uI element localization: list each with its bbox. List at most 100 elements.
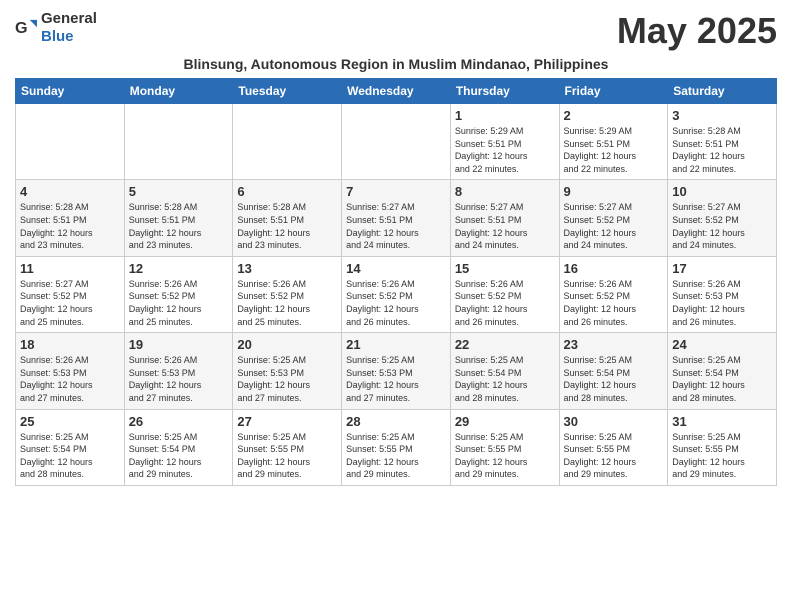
day-cell: 24Sunrise: 5:25 AM Sunset: 5:54 PM Dayli… — [668, 333, 777, 409]
day-info: Sunrise: 5:25 AM Sunset: 5:55 PM Dayligh… — [346, 431, 446, 481]
subtitle: Blinsung, Autonomous Region in Muslim Mi… — [15, 56, 777, 72]
day-number: 28 — [346, 414, 446, 429]
day-info: Sunrise: 5:28 AM Sunset: 5:51 PM Dayligh… — [672, 125, 772, 175]
day-cell: 15 Sunrise: 5:26 AM Sunset: 5:52 PM Dayli… — [450, 256, 559, 332]
day-info: Sunrise: 5:29 AM Sunset: 5:51 PM Dayligh… — [455, 125, 555, 175]
week-row-1: 1 Sunrise: 5:29 AM Sunset: 5:51 PM Daylig… — [16, 104, 777, 180]
day-cell: 31 Sunrise: 5:25 AM Sunset: 5:55 PM Dayli… — [668, 409, 777, 485]
day-cell: 17 Sunrise: 5:26 AM Sunset: 5:53 PM Dayli… — [668, 256, 777, 332]
day-cell: 19 Sunrise: 5:26 AM Sunset: 5:53 PM Dayli… — [124, 333, 233, 409]
day-number: 14 — [346, 261, 446, 276]
day-cell: 6Sunrise: 5:28 AM Sunset: 5:51 PM Daylig… — [233, 180, 342, 256]
day-info: Sunrise: 5:27 AM Sunset: 5:51 PM Dayligh… — [455, 201, 555, 251]
day-cell — [16, 104, 125, 180]
day-number: 18 — [20, 337, 120, 352]
day-number: 16 — [564, 261, 664, 276]
col-header-wednesday: Wednesday — [342, 79, 451, 104]
day-cell: 30Sunrise: 5:25 AM Sunset: 5:55 PM Dayli… — [559, 409, 668, 485]
col-header-friday: Friday — [559, 79, 668, 104]
day-number: 30 — [564, 414, 664, 429]
day-info: Sunrise: 5:25 AM Sunset: 5:54 PM Dayligh… — [564, 354, 664, 404]
day-cell: 22 Sunrise: 5:25 AM Sunset: 5:54 PM Dayli… — [450, 333, 559, 409]
day-cell: 29Sunrise: 5:25 AM Sunset: 5:55 PM Dayli… — [450, 409, 559, 485]
svg-text:G: G — [15, 19, 28, 37]
day-info: Sunrise: 5:25 AM Sunset: 5:54 PM Dayligh… — [20, 431, 120, 481]
calendar-table: SundayMondayTuesdayWednesdayThursdayFrid… — [15, 78, 777, 486]
day-info: Sunrise: 5:25 AM Sunset: 5:55 PM Dayligh… — [237, 431, 337, 481]
header: G General Blue May 2025 — [15, 10, 777, 52]
day-cell: 2Sunrise: 5:29 AM Sunset: 5:51 PM Daylig… — [559, 104, 668, 180]
day-cell: 9 Sunrise: 5:27 AM Sunset: 5:52 PM Daylig… — [559, 180, 668, 256]
week-row-5: 25 Sunrise: 5:25 AM Sunset: 5:54 PM Dayli… — [16, 409, 777, 485]
day-info: Sunrise: 5:26 AM Sunset: 5:52 PM Dayligh… — [237, 278, 337, 328]
day-cell: 18Sunrise: 5:26 AM Sunset: 5:53 PM Dayli… — [16, 333, 125, 409]
day-cell: 11 Sunrise: 5:27 AM Sunset: 5:52 PM Dayli… — [16, 256, 125, 332]
day-cell: 16Sunrise: 5:26 AM Sunset: 5:52 PM Dayli… — [559, 256, 668, 332]
day-info: Sunrise: 5:28 AM Sunset: 5:51 PM Dayligh… — [237, 201, 337, 251]
day-cell: 20 Sunrise: 5:25 AM Sunset: 5:53 PM Dayli… — [233, 333, 342, 409]
day-number: 17 — [672, 261, 772, 276]
day-number: 27 — [237, 414, 337, 429]
day-cell: 25 Sunrise: 5:25 AM Sunset: 5:54 PM Dayli… — [16, 409, 125, 485]
col-header-tuesday: Tuesday — [233, 79, 342, 104]
day-cell: 10 Sunrise: 5:27 AM Sunset: 5:52 PM Dayli… — [668, 180, 777, 256]
day-info: Sunrise: 5:26 AM Sunset: 5:53 PM Dayligh… — [672, 278, 772, 328]
day-info: Sunrise: 5:25 AM Sunset: 5:53 PM Dayligh… — [237, 354, 337, 404]
day-cell: 12Sunrise: 5:26 AM Sunset: 5:52 PM Dayli… — [124, 256, 233, 332]
day-cell: 8Sunrise: 5:27 AM Sunset: 5:51 PM Daylig… — [450, 180, 559, 256]
day-number: 26 — [129, 414, 229, 429]
day-cell: 3 Sunrise: 5:28 AM Sunset: 5:51 PM Daylig… — [668, 104, 777, 180]
day-cell: 13 Sunrise: 5:26 AM Sunset: 5:52 PM Dayli… — [233, 256, 342, 332]
day-info: Sunrise: 5:27 AM Sunset: 5:51 PM Dayligh… — [346, 201, 446, 251]
day-number: 9 — [564, 184, 664, 199]
day-number: 21 — [346, 337, 446, 352]
day-info: Sunrise: 5:25 AM Sunset: 5:53 PM Dayligh… — [346, 354, 446, 404]
day-number: 4 — [20, 184, 120, 199]
day-number: 19 — [129, 337, 229, 352]
day-cell — [342, 104, 451, 180]
month-title: May 2025 — [617, 10, 777, 52]
day-info: Sunrise: 5:27 AM Sunset: 5:52 PM Dayligh… — [672, 201, 772, 251]
day-number: 13 — [237, 261, 337, 276]
logo-blue: Blue — [41, 28, 74, 45]
day-number: 1 — [455, 108, 555, 123]
day-cell: 21 Sunrise: 5:25 AM Sunset: 5:53 PM Dayli… — [342, 333, 451, 409]
day-info: Sunrise: 5:25 AM Sunset: 5:55 PM Dayligh… — [672, 431, 772, 481]
day-number: 10 — [672, 184, 772, 199]
col-header-sunday: Sunday — [16, 79, 125, 104]
day-info: Sunrise: 5:26 AM Sunset: 5:52 PM Dayligh… — [455, 278, 555, 328]
day-number: 15 — [455, 261, 555, 276]
day-cell: 5Sunrise: 5:28 AM Sunset: 5:51 PM Daylig… — [124, 180, 233, 256]
day-info: Sunrise: 5:25 AM Sunset: 5:54 PM Dayligh… — [455, 354, 555, 404]
day-info: Sunrise: 5:25 AM Sunset: 5:54 PM Dayligh… — [672, 354, 772, 404]
week-row-3: 11 Sunrise: 5:27 AM Sunset: 5:52 PM Dayli… — [16, 256, 777, 332]
day-cell: 27 Sunrise: 5:25 AM Sunset: 5:55 PM Dayli… — [233, 409, 342, 485]
logo: G General Blue — [15, 10, 97, 46]
day-number: 22 — [455, 337, 555, 352]
day-info: Sunrise: 5:26 AM Sunset: 5:53 PM Dayligh… — [129, 354, 229, 404]
day-info: Sunrise: 5:27 AM Sunset: 5:52 PM Dayligh… — [564, 201, 664, 251]
day-cell: 4Sunrise: 5:28 AM Sunset: 5:51 PM Daylig… — [16, 180, 125, 256]
day-cell: 26 Sunrise: 5:25 AM Sunset: 5:54 PM Dayli… — [124, 409, 233, 485]
logo-general: General — [41, 10, 97, 27]
day-number: 25 — [20, 414, 120, 429]
day-info: Sunrise: 5:25 AM Sunset: 5:54 PM Dayligh… — [129, 431, 229, 481]
day-number: 7 — [346, 184, 446, 199]
day-number: 5 — [129, 184, 229, 199]
col-header-saturday: Saturday — [668, 79, 777, 104]
day-cell: 14 Sunrise: 5:26 AM Sunset: 5:52 PM Dayli… — [342, 256, 451, 332]
col-header-thursday: Thursday — [450, 79, 559, 104]
day-info: Sunrise: 5:26 AM Sunset: 5:52 PM Dayligh… — [346, 278, 446, 328]
day-info: Sunrise: 5:27 AM Sunset: 5:52 PM Dayligh… — [20, 278, 120, 328]
day-number: 29 — [455, 414, 555, 429]
day-cell: 23Sunrise: 5:25 AM Sunset: 5:54 PM Dayli… — [559, 333, 668, 409]
day-cell — [124, 104, 233, 180]
logo-text: General Blue — [41, 10, 97, 46]
day-cell: 28 Sunrise: 5:25 AM Sunset: 5:55 PM Dayli… — [342, 409, 451, 485]
day-number: 20 — [237, 337, 337, 352]
week-row-4: 18 Sunrise: 5:26 AM Sunset: 5:53 PM Dayli… — [16, 333, 777, 409]
day-number: 3 — [672, 108, 772, 123]
day-number: 31 — [672, 414, 772, 429]
day-cell — [233, 104, 342, 180]
day-number: 11 — [20, 261, 120, 276]
